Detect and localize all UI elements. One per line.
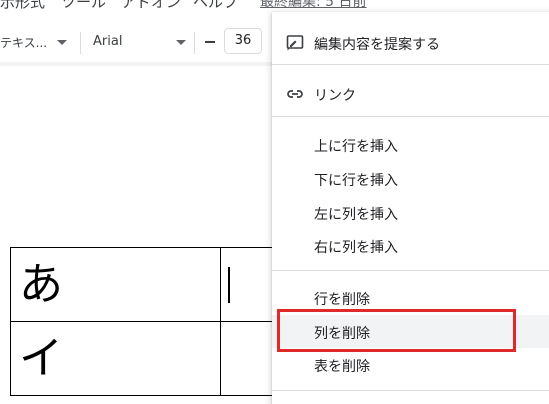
table-cell[interactable]: イ: [10, 321, 221, 396]
text-cursor: [228, 266, 230, 303]
cell-text: あ: [19, 258, 63, 310]
toolbar-divider: [194, 32, 195, 54]
menu-divider: [272, 64, 549, 65]
decrease-font-size-button[interactable]: [200, 31, 220, 53]
table-row: イ: [10, 321, 282, 396]
menu-divider: [272, 270, 549, 271]
menu-item-label: 編集内容を提案する: [314, 37, 440, 53]
font-family-select[interactable]: Arial: [93, 34, 122, 49]
document-table[interactable]: あ イ: [10, 247, 282, 396]
menu-divider: [272, 116, 549, 117]
font-size-input[interactable]: 36: [224, 28, 262, 54]
menu-divider: [272, 390, 549, 391]
cell-text: イ: [19, 332, 63, 384]
menu-item-label: 表を削除: [314, 359, 370, 375]
menu-item-label: 右に列を挿入: [314, 240, 398, 256]
menu-tools[interactable]: ツール: [61, 0, 106, 12]
menu-item-insert-row-below[interactable]: 下に行を挿入: [272, 162, 549, 195]
chevron-down-icon: [176, 40, 186, 45]
menu-addons[interactable]: アドオン: [121, 0, 181, 12]
link-icon: [287, 90, 303, 98]
highlight-annotation: [277, 309, 516, 352]
table-row: あ: [10, 247, 282, 322]
menu-item-label: リンク: [314, 88, 356, 104]
menu-item-label: 下に行を挿入: [314, 173, 398, 189]
menu-item-label: 行を削除: [314, 292, 370, 308]
toolbar-divider: [80, 32, 81, 54]
menu-item-delete-table[interactable]: 表を削除: [272, 348, 549, 381]
menu-item-suggest-edits[interactable]: 編集内容を提案する: [272, 26, 549, 59]
chevron-down-icon: [57, 40, 67, 45]
menu-item-insert-row-above[interactable]: 上に行を挿入: [272, 128, 549, 161]
menu-item-label: 左に列を挿入: [314, 207, 398, 223]
menu-item-link[interactable]: リンク: [272, 77, 549, 110]
menu-item-label: 上に行を挿入: [314, 139, 398, 155]
last-edit-link[interactable]: 最終編集: 5 日前: [260, 0, 367, 11]
menu-help[interactable]: ヘルプ: [193, 0, 238, 12]
menu-item-insert-column-right[interactable]: 右に列を挿入: [272, 229, 549, 262]
table-cell[interactable]: あ: [10, 247, 221, 322]
menu-item-insert-column-left[interactable]: 左に列を挿入: [272, 196, 549, 229]
suggest-edit-icon: [286, 35, 304, 51]
menu-format[interactable]: 示形式: [0, 0, 45, 12]
paragraph-style-select[interactable]: テキス...: [0, 34, 47, 51]
